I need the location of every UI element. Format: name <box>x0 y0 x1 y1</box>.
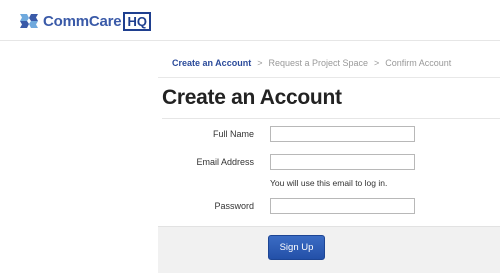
email-input[interactable] <box>270 154 415 170</box>
commcare-logo[interactable]: CommCare HQ <box>18 10 151 32</box>
form-actions: Sign Up <box>158 226 500 273</box>
main-content: Create an Account > Request a Project Sp… <box>158 48 500 273</box>
breadcrumb-request-project-space: Request a Project Space <box>268 57 369 68</box>
top-navbar: CommCare HQ <box>0 0 500 41</box>
logo-hq-badge: HQ <box>123 11 151 31</box>
full-name-input[interactable] <box>270 126 415 142</box>
breadcrumb-create-account: Create an Account <box>172 57 252 68</box>
logo-wordmark: CommCare <box>43 12 122 30</box>
password-input[interactable] <box>270 198 415 214</box>
sidebar <box>0 41 158 272</box>
title-divider <box>162 118 500 119</box>
page-title: Create an Account <box>162 86 342 109</box>
email-label: Email Address <box>196 157 254 167</box>
sign-up-button[interactable]: Sign Up <box>268 235 325 260</box>
breadcrumb: Create an Account > Request a Project Sp… <box>158 48 500 78</box>
email-help-text: You will use this email to log in. <box>270 178 388 188</box>
password-label: Password <box>214 201 254 211</box>
breadcrumb-confirm-account: Confirm Account <box>385 57 452 68</box>
full-name-label: Full Name <box>212 129 254 139</box>
breadcrumb-separator: > <box>374 57 380 68</box>
breadcrumb-separator: > <box>257 57 263 68</box>
commcare-logo-icon <box>20 14 38 28</box>
